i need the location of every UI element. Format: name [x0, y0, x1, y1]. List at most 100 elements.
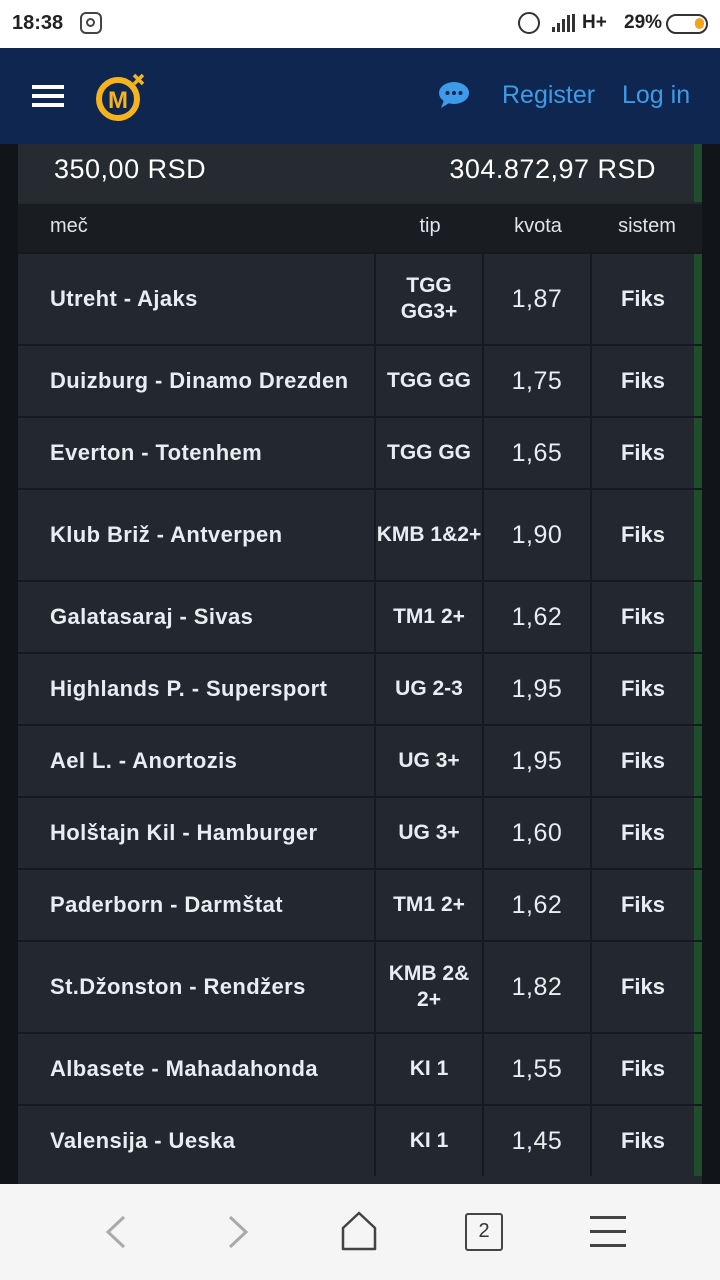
bet-system: Fiks [620, 748, 666, 773]
bet-tip: KI 1 [376, 1034, 484, 1104]
bet-odd: 1,82 [484, 942, 592, 1032]
instagram-icon [80, 12, 102, 34]
bet-odd: 1,95 [484, 654, 592, 724]
bet-tip: KI 1 [376, 1106, 484, 1176]
bet-tip: TGG GG [376, 346, 484, 416]
bet-system: Fiks [620, 286, 666, 311]
bet-system: Fiks [620, 676, 666, 701]
match-name: Holštajn Kil - Hamburger [18, 798, 376, 868]
bet-tip: TGG GG3+ [376, 254, 484, 344]
match-name: Utreht - Ajaks [18, 254, 376, 344]
match-name: Paderborn - Darmštat [18, 870, 376, 940]
row-status-strip [694, 942, 702, 1032]
bet-odd: 1,60 [484, 798, 592, 868]
match-name: Ael L. - Anortozis [18, 726, 376, 796]
bet-system: Fiks [620, 1056, 666, 1081]
table-row: Ael L. - Anortozis UG 3+ 1,95 Fiks [18, 724, 702, 796]
bet-tip: UG 3+ [376, 798, 484, 868]
bet-system: Fiks [620, 892, 666, 917]
match-name: Valensija - Ueska [18, 1106, 376, 1176]
bet-odd: 1,45 [484, 1106, 592, 1176]
back-arrow-icon[interactable] [102, 1214, 132, 1250]
bet-odd: 1,65 [484, 418, 592, 488]
bet-tip: TGG GG [376, 418, 484, 488]
table-row: Everton - Totenhem TGG GG 1,65 Fiks [18, 416, 702, 488]
table-row: Utreht - Ajaks TGG GG3+ 1,87 Fiks [18, 252, 702, 344]
bet-odd: 1,75 [484, 346, 592, 416]
table-row: Klub Briž - Antverpen KMB 1&2+ 1,90 Fiks [18, 488, 702, 580]
table-row: St.Džonston - Rendžers KMB 2& 2+ 1,82 Fiks [18, 940, 702, 1032]
status-bar: 18:38 H+ 29% [0, 0, 720, 48]
row-status-strip [694, 418, 702, 488]
status-time: 18:38 [12, 12, 64, 34]
register-link[interactable]: Register [502, 81, 595, 110]
bet-tip: KMB 1&2+ [376, 490, 484, 580]
bet-system: Fiks [620, 1128, 666, 1153]
bet-system: Fiks [620, 974, 666, 999]
match-name: Albasete - Mahadahonda [18, 1034, 376, 1104]
column-header-tip: tip [419, 215, 441, 237]
bet-odd: 1,90 [484, 490, 592, 580]
bet-odd: 1,55 [484, 1034, 592, 1104]
app-header: M Register Log in [0, 48, 720, 144]
row-status-strip [694, 798, 702, 868]
bet-odd: 1,87 [484, 254, 592, 344]
tabs-icon[interactable]: 2 [465, 1213, 503, 1251]
table-row: Galatasaraj - Sivas TM1 2+ 1,62 Fiks [18, 580, 702, 652]
bet-table-body: Utreht - Ajaks TGG GG3+ 1,87 Fiks Duizburg -… [18, 252, 702, 1176]
column-header-system: sistem [618, 215, 676, 237]
bet-tip: UG 3+ [376, 726, 484, 796]
bet-tip: TM1 2+ [376, 870, 484, 940]
match-name: Everton - Totenhem [18, 418, 376, 488]
battery-icon [666, 14, 708, 34]
potential-win-amount: 304.872,97 RSD [449, 154, 656, 184]
forward-arrow-icon[interactable] [222, 1214, 252, 1250]
signal-icon [552, 14, 576, 32]
hamburger-menu-icon[interactable] [32, 85, 64, 107]
bet-system: Fiks [620, 440, 666, 465]
table-row: Albasete - Mahadahonda KI 1 1,55 Fiks [18, 1032, 702, 1104]
browser-bottom-bar: 2 [0, 1184, 720, 1280]
table-row: Duizburg - Dinamo Drezden TGG GG 1,75 Fiks [18, 344, 702, 416]
column-header-match: meč [50, 215, 88, 237]
match-name: Duizburg - Dinamo Drezden [18, 346, 376, 416]
column-header-odd: kvota [514, 215, 562, 237]
row-status-strip [694, 490, 702, 580]
bet-odd: 1,62 [484, 582, 592, 652]
network-type: H+ [582, 12, 607, 33]
table-row: Valensija - Ueska KI 1 1,45 Fiks [18, 1104, 702, 1176]
match-name: St.Džonston - Rendžers [18, 942, 376, 1032]
svg-text:M: M [108, 87, 128, 114]
ticket-panel: 350,00 RSD 304.872,97 RSD meč tip kvota … [18, 144, 702, 1184]
login-link[interactable]: Log in [622, 81, 690, 110]
bet-system: Fiks [620, 522, 666, 547]
bet-tip: KMB 2& 2+ [376, 942, 484, 1032]
bet-tip: TM1 2+ [376, 582, 484, 652]
row-status-strip [694, 726, 702, 796]
row-status-strip [694, 254, 702, 344]
match-name: Klub Briž - Antverpen [18, 490, 376, 580]
ticket-summary: 350,00 RSD 304.872,97 RSD [18, 144, 702, 202]
stake-amount: 350,00 RSD [54, 154, 207, 184]
bet-odd: 1,95 [484, 726, 592, 796]
row-status-strip [694, 654, 702, 724]
table-header: meč tip kvota sistem [18, 204, 702, 252]
table-row: Paderborn - Darmštat TM1 2+ 1,62 Fiks [18, 868, 702, 940]
match-name: Highlands P. - Supersport [18, 654, 376, 724]
table-row: Holštajn Kil - Hamburger UG 3+ 1,60 Fiks [18, 796, 702, 868]
mozzart-logo[interactable]: M [96, 72, 146, 122]
row-status-strip [694, 1034, 702, 1104]
battery-percent: 29% [624, 12, 663, 33]
chat-icon[interactable] [438, 81, 470, 109]
browser-menu-icon[interactable] [590, 1216, 626, 1248]
alarm-icon [518, 12, 540, 34]
bet-tip: UG 2-3 [376, 654, 484, 724]
bet-system: Fiks [620, 820, 666, 845]
row-status-strip [694, 1106, 702, 1176]
home-icon[interactable] [340, 1210, 378, 1252]
row-status-strip [694, 870, 702, 940]
bet-odd: 1,62 [484, 870, 592, 940]
table-row: Highlands P. - Supersport UG 2-3 1,95 Fiks [18, 652, 702, 724]
row-status-strip [694, 346, 702, 416]
bet-system: Fiks [620, 368, 666, 393]
